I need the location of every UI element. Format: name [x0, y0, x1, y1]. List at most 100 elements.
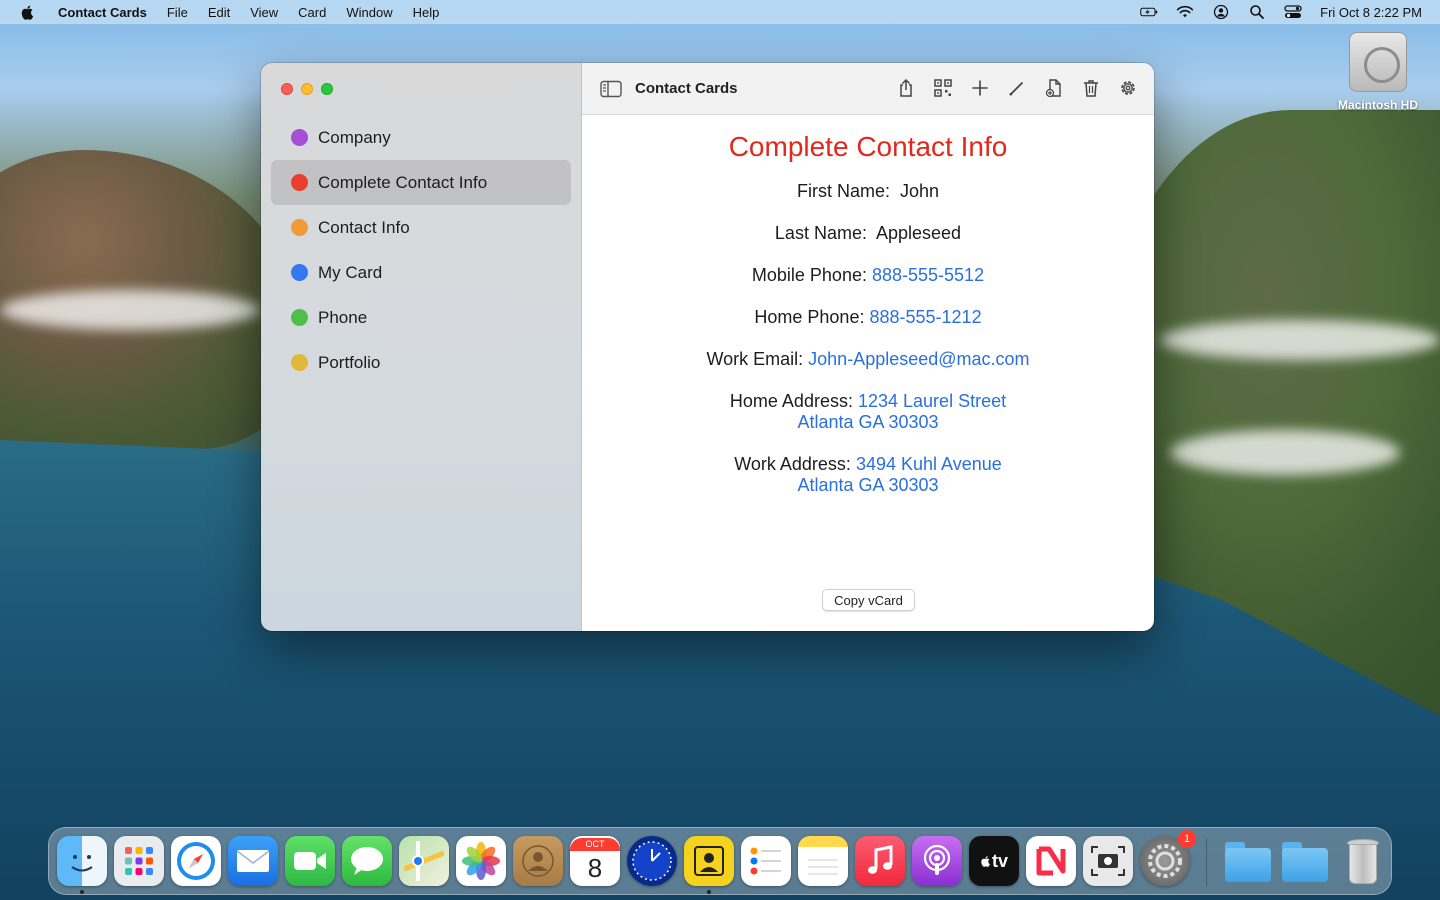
wifi-icon[interactable] [1176, 4, 1194, 20]
checklist-icon [750, 847, 781, 875]
qr-code-icon [934, 79, 952, 97]
photos-flower-icon [462, 842, 500, 880]
settings-gear-icon [1121, 81, 1135, 95]
running-indicator [80, 890, 84, 894]
contact-card-content: Complete Contact Info First Name: John L… [582, 115, 1154, 496]
dock-contacts-icon[interactable] [513, 836, 563, 886]
sidebar-item-complete-contact-info[interactable]: Complete Contact Info [271, 160, 571, 205]
dock-facetime-icon[interactable] [285, 836, 335, 886]
sidebar-item-label: Complete Contact Info [318, 172, 488, 192]
menu-window[interactable]: Window [346, 5, 392, 20]
dock-maps-icon[interactable] [399, 836, 449, 886]
sidebar-item-label: Phone [318, 307, 368, 327]
dock-safari-icon[interactable] [171, 836, 221, 886]
mobile-phone-label: Mobile Phone: [751, 265, 867, 285]
control-center-icon[interactable] [1284, 4, 1302, 20]
home-address-row: Home Address: 1234 Laurel Street Atlanta… [582, 391, 1154, 433]
contact-cards-window: Company Complete Contact Info Contact In… [261, 63, 1154, 631]
dock-launchpad-icon[interactable] [114, 836, 164, 886]
settings-button[interactable] [1118, 77, 1138, 99]
dock-news-icon[interactable] [1026, 836, 1076, 886]
macintosh-hd-label: Macintosh HD [1337, 98, 1418, 112]
sidebar-item-label: Contact Info [318, 217, 410, 237]
card-detail-pane: Contact Cards Complete Contact Info Firs… [582, 63, 1154, 631]
zoom-window-button[interactable] [321, 83, 333, 95]
notes-lines-icon [808, 859, 838, 875]
hard-drive-icon [1349, 32, 1407, 92]
battery-charging-icon[interactable] [1140, 4, 1158, 20]
dock-tv-icon[interactable]: tv [969, 836, 1019, 886]
dock-podcasts-icon[interactable] [912, 836, 962, 886]
dock-notes-icon[interactable] [798, 836, 848, 886]
camera-icon [1091, 846, 1125, 876]
dock-system-preferences-icon[interactable]: 1 [1140, 830, 1196, 886]
copy-vcard-button[interactable]: Copy vCard [822, 589, 915, 611]
dock-time-tracker-icon[interactable] [627, 836, 677, 886]
dock-downloads-folder-icon[interactable] [1280, 836, 1330, 886]
edit-pencil-icon [1009, 82, 1023, 96]
menu-bar-clock[interactable]: Fri Oct 8 2:22 PM [1320, 5, 1422, 20]
first-name-value: John [899, 181, 940, 201]
sidebar-toggle-icon[interactable] [600, 80, 622, 98]
last-name-label: Last Name: [774, 223, 867, 243]
calendar-day: 8 [587, 852, 603, 883]
sidebar-item-company[interactable]: Company [271, 115, 571, 160]
dock-music-icon[interactable] [855, 836, 905, 886]
apple-menu-icon[interactable] [20, 4, 36, 20]
dock-screenshot-icon[interactable] [1083, 836, 1133, 886]
finder-face-icon [71, 855, 93, 872]
dock-contact-cards-icon[interactable] [684, 836, 734, 894]
menu-file[interactable]: File [167, 5, 188, 20]
contact-silhouette-icon [522, 845, 554, 877]
first-name-label: First Name: [796, 181, 890, 201]
home-address-line1-link[interactable]: 1234 Laurel Street [858, 391, 1006, 411]
menu-view[interactable]: View [250, 5, 278, 20]
menu-help[interactable]: Help [413, 5, 440, 20]
map-pin-icon [404, 841, 444, 881]
work-address-line1-link[interactable]: 3494 Kuhl Avenue [856, 454, 1002, 474]
dock-mail-icon[interactable] [228, 836, 278, 886]
sidebar-item-contact-info[interactable]: Contact Info [271, 205, 571, 250]
delete-card-button[interactable] [1081, 77, 1101, 99]
macintosh-hd-desktop-icon[interactable]: Macintosh HD [1332, 32, 1424, 112]
dock-trash-icon[interactable] [1337, 836, 1387, 886]
menu-app-name[interactable]: Contact Cards [58, 5, 147, 20]
qr-code-button[interactable] [933, 77, 953, 99]
spotlight-search-icon[interactable] [1248, 4, 1266, 20]
sidebar-item-phone[interactable]: Phone [271, 295, 571, 340]
work-email-row: Work Email: John-Appleseed@mac.com [582, 349, 1154, 370]
share-button[interactable] [896, 77, 916, 99]
dock-photos-icon[interactable] [456, 836, 506, 886]
new-document-icon [1045, 79, 1061, 98]
work-address-label: Work Address: [734, 454, 851, 474]
dock-finder-icon[interactable] [57, 836, 107, 894]
menu-edit[interactable]: Edit [208, 5, 230, 20]
dock-calendar-icon[interactable]: OCT 8 [570, 836, 620, 886]
work-email-link[interactable]: John-Appleseed@mac.com [808, 349, 1029, 369]
new-document-button[interactable] [1044, 77, 1064, 99]
home-address-line2-link[interactable]: Atlanta GA 30303 [797, 412, 938, 432]
red-dot-icon [291, 174, 308, 191]
sidebar-item-label: Company [318, 127, 391, 147]
edit-card-button[interactable] [1007, 77, 1027, 99]
mobile-phone-link[interactable]: 888-555-5512 [872, 265, 984, 285]
yellow-dot-icon [291, 354, 308, 371]
home-address-label: Home Address: [729, 391, 853, 411]
news-icon [1036, 846, 1066, 876]
sidebar-item-portfolio[interactable]: Portfolio [271, 340, 571, 385]
dock-reminders-icon[interactable] [741, 836, 791, 886]
close-window-button[interactable] [281, 83, 293, 95]
user-icon[interactable] [1212, 4, 1230, 20]
sidebar-item-my-card[interactable]: My Card [271, 250, 571, 295]
dock-messages-icon[interactable] [342, 836, 392, 886]
sidebar-item-label: My Card [318, 262, 383, 282]
menu-card[interactable]: Card [298, 5, 326, 20]
home-phone-link[interactable]: 888-555-1212 [869, 307, 981, 327]
home-phone-label: Home Phone: [754, 307, 865, 327]
dock-folder-icon[interactable] [1223, 836, 1273, 886]
gear-icon [1148, 844, 1182, 878]
work-address-line2-link[interactable]: Atlanta GA 30303 [797, 475, 938, 495]
add-card-button[interactable] [970, 77, 990, 99]
menu-bar: Contact Cards File Edit View Card Window… [0, 0, 1440, 24]
minimize-window-button[interactable] [301, 83, 313, 95]
